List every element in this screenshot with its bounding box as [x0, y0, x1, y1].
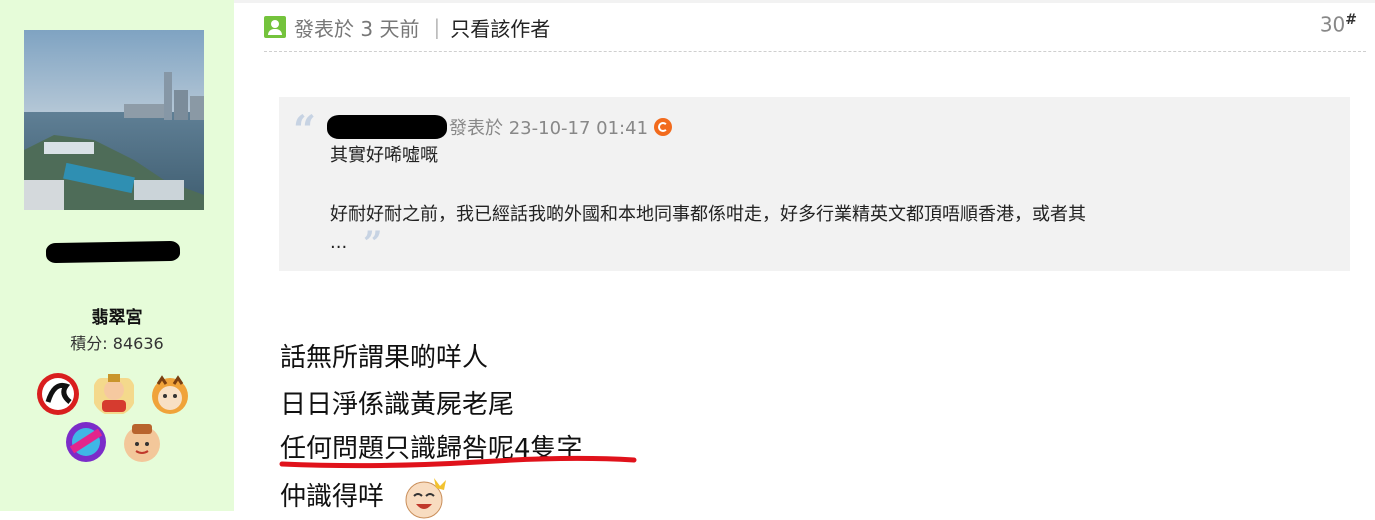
post-header: 發表於 3 天前 | 只看該作者 — [264, 12, 550, 42]
header-separator: | — [433, 15, 441, 39]
user-post-icon — [264, 16, 286, 38]
red-underline-mark — [279, 455, 637, 469]
post-body-line-2: 日日淨係識黃屍老尾 — [280, 390, 515, 420]
user-points: 積分: 84636 — [70, 334, 164, 353]
quote-posted-time: 發表於 23-10-17 01:41 — [449, 118, 649, 139]
floor-symbol: # — [1345, 12, 1357, 28]
quote-line-3: ... — [330, 232, 348, 253]
quote-line-1: 其實好唏噓嘅 — [330, 145, 438, 166]
quote-block: “ 發表於 23-10-17 01:41 其實好唏噓嘅 好耐好耐之前，我已經話我… — [279, 97, 1350, 271]
ribbon-badge-icon[interactable] — [64, 420, 108, 464]
quote-meta: 發表於 23-10-17 01:41 — [327, 114, 673, 140]
post-body-line-1: 話無所謂果啲咩人 — [280, 343, 489, 373]
quote-close-mark: ” — [363, 224, 383, 264]
fortune-badge-icon[interactable] — [92, 372, 136, 416]
username[interactable]: g — [40, 240, 190, 264]
tiger-badge-icon[interactable] — [148, 372, 192, 416]
floor-number-value: 30 — [1319, 12, 1346, 37]
username-redaction — [45, 240, 181, 264]
only-author-link[interactable]: 只看該作者 — [450, 13, 550, 42]
post-body-line-4: 仲識得咩 — [280, 482, 385, 512]
author-sidebar: g 翡翠宮 積分: 84636 — [0, 0, 234, 511]
user-group: 翡翠宮 — [91, 308, 143, 328]
quote-author-redaction — [327, 115, 447, 139]
calligraphy-badge-icon[interactable] — [36, 372, 80, 416]
top-divider — [234, 0, 1375, 3]
floor-number[interactable]: 30# — [1320, 12, 1357, 37]
header-dashed-divider — [264, 51, 1366, 52]
avatar[interactable] — [24, 30, 204, 210]
refresh-icon[interactable] — [654, 118, 673, 136]
quote-open-mark: “ — [293, 107, 317, 154]
cake-badge-icon[interactable] — [120, 420, 164, 464]
quote-line-2: 好耐好耐之前，我已經話我啲外國和本地同事都係咁走，好多行業精英文都頂唔順香港，或… — [330, 204, 1086, 225]
posted-time: 發表於 3 天前 — [294, 16, 420, 41]
laughing-emoji-icon — [405, 478, 446, 519]
